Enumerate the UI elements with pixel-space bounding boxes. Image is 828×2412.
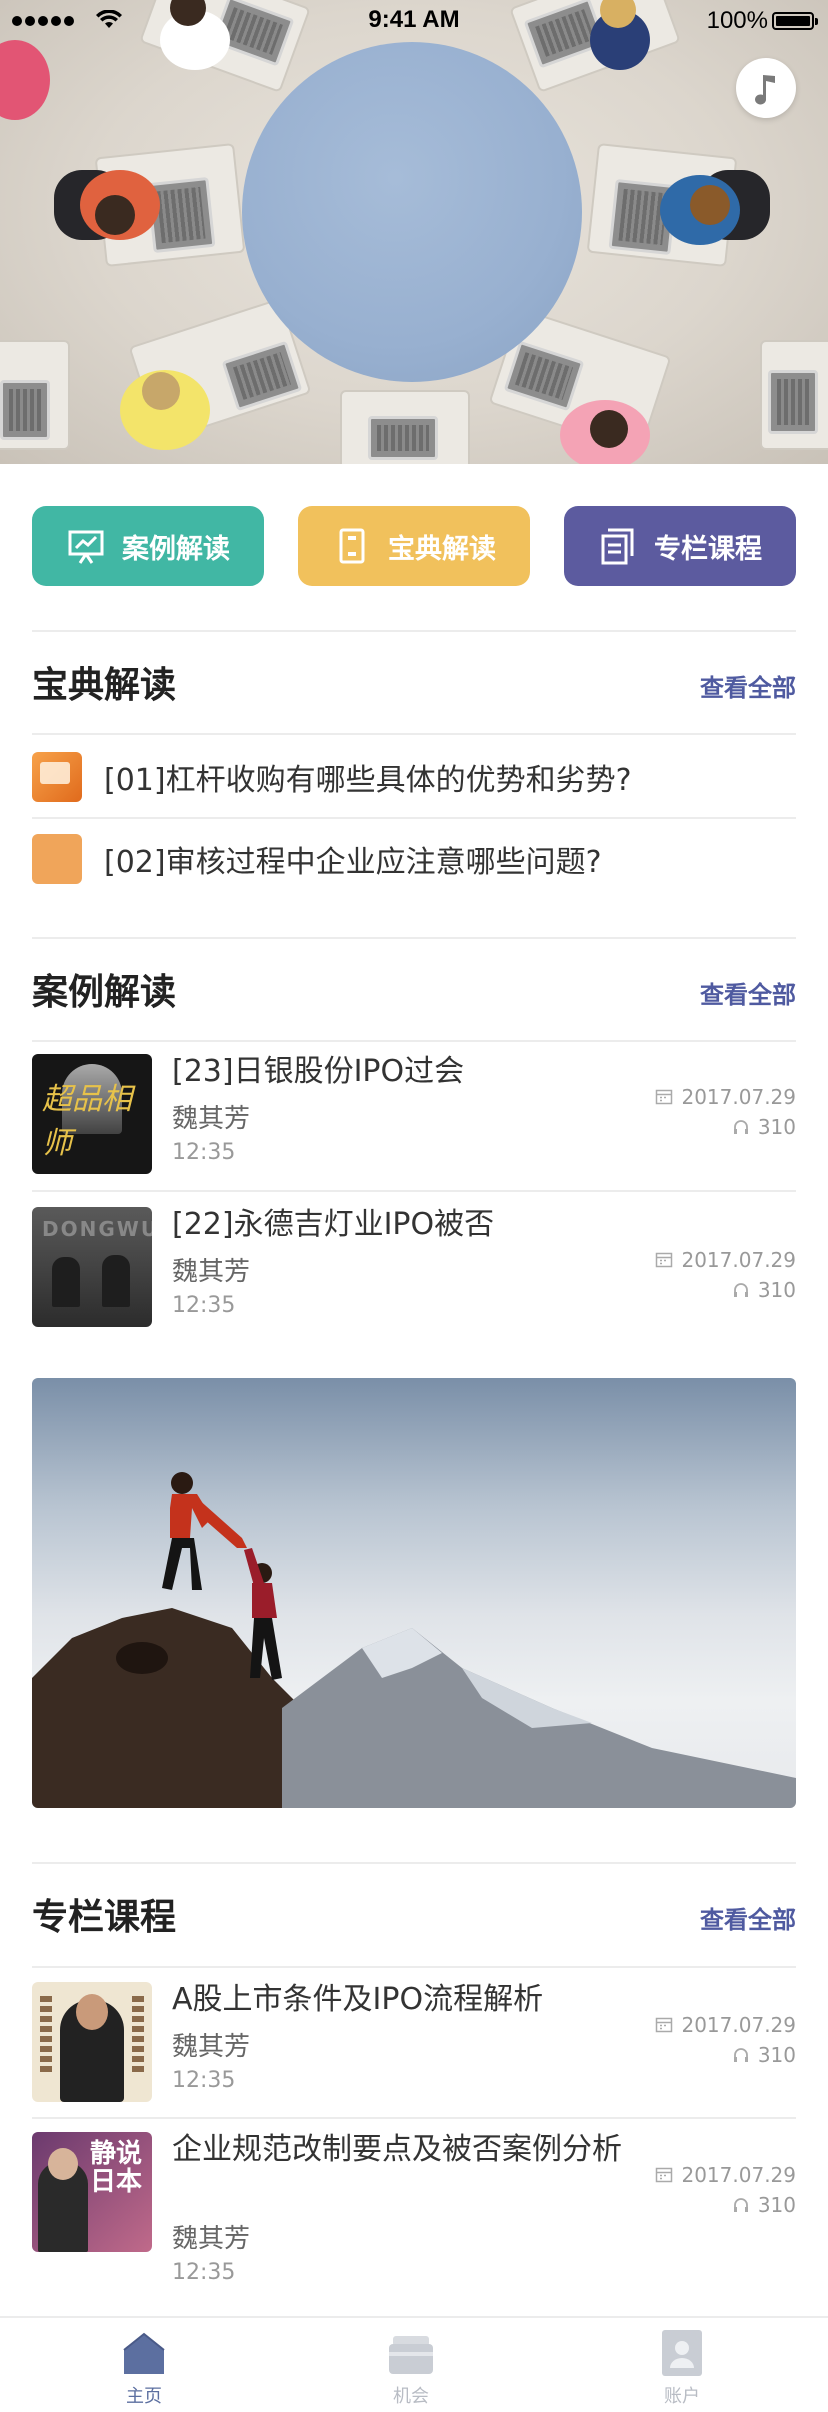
book-page-icon <box>339 528 365 564</box>
column-course-button[interactable]: 专栏课程 <box>564 506 796 586</box>
thumbnail-caption: DONGWU <box>42 1217 152 1241</box>
calendar-icon <box>656 1089 673 1105</box>
case-author: 魏其芳 <box>172 1257 251 1287</box>
mountain-climbers-illustration <box>32 1472 796 1808</box>
status-time: 9:41 AM <box>368 6 460 33</box>
tab-account[interactable]: 账户 <box>612 2328 752 2408</box>
case-date: 2017.07.29 <box>681 1248 796 1272</box>
headphones-icon <box>733 1120 748 1134</box>
case-meta: 2017.07.29 310 <box>636 1082 796 1142</box>
thumbnail-caption: 超品相师 <box>42 1082 132 1161</box>
course-title: 企业规范改制要点及被否案例分析 <box>172 2132 622 2167</box>
home-icon <box>123 2332 165 2374</box>
book-cover-icon <box>32 834 82 884</box>
laptop-illustration <box>368 416 438 460</box>
headphones-icon <box>733 2048 748 2062</box>
case-thumbnail: 超品相师 <box>32 1054 152 1174</box>
baodian-see-all-link[interactable]: 查看全部 <box>700 668 796 703</box>
zhuanlan-see-all-link[interactable]: 查看全部 <box>700 1900 796 1935</box>
calendar-icon <box>656 2017 673 2033</box>
book-cover-icon <box>32 752 82 802</box>
person-head <box>590 410 628 448</box>
hero-banner-image <box>0 0 828 464</box>
course-list-item[interactable]: A股上市条件及IPO流程解析 魏其芳 12:35 2017.07.29 310 <box>32 1970 796 2120</box>
section-divider <box>32 937 796 939</box>
course-listens: 310 <box>757 2043 796 2067</box>
person-head <box>95 195 135 235</box>
headphones-icon <box>733 1283 748 1297</box>
case-listens: 310 <box>757 1115 796 1139</box>
course-duration: 12:35 <box>172 2260 236 2285</box>
presentation-chart-icon <box>68 530 104 564</box>
course-duration: 12:35 <box>172 2068 236 2093</box>
promo-banner-image[interactable] <box>32 1378 796 1808</box>
account-icon <box>662 2330 702 2376</box>
baodian-section-title: 宝典解读 <box>32 665 177 706</box>
course-title: A股上市条件及IPO流程解析 <box>172 1982 544 2017</box>
tab-home[interactable]: 主页 <box>74 2328 214 2408</box>
tab-home-label: 主页 <box>126 2386 162 2407</box>
course-meta: 2017.07.29 310 <box>636 2160 796 2220</box>
zhuanlan-section-title: 专栏课程 <box>32 1897 177 1938</box>
thumbnail-caption: 静说日本 <box>90 2139 143 2197</box>
tab-account-label: 账户 <box>664 2386 700 2407</box>
case-meta: 2017.07.29 310 <box>636 1245 796 1305</box>
course-list-item[interactable]: 静说日本 企业规范改制要点及被否案例分析 魏其芳 12:35 2017.07.2… <box>32 2120 796 2316</box>
laptop-illustration <box>768 370 818 434</box>
person-head <box>142 372 180 410</box>
calendar-icon <box>656 2167 673 2183</box>
battery-icon <box>772 12 818 30</box>
person-head <box>690 185 730 225</box>
column-course-label: 专栏课程 <box>654 533 762 565</box>
section-divider <box>32 630 796 632</box>
laptop-illustration <box>0 380 50 440</box>
wallet-icon <box>389 2336 433 2374</box>
case-duration: 12:35 <box>172 1293 236 1318</box>
course-listens: 310 <box>757 2193 796 2217</box>
case-thumbnail: DONGWU <box>32 1207 152 1327</box>
classic-reading-button[interactable]: 宝典解读 <box>298 506 530 586</box>
tab-opportunity-label: 机会 <box>393 2386 429 2407</box>
anli-section-title: 案例解读 <box>32 972 177 1013</box>
section-divider <box>32 1966 796 1968</box>
course-author: 魏其芳 <box>172 2224 251 2254</box>
course-date: 2017.07.29 <box>681 2163 796 2187</box>
baodian-item-text: [01]杠杆收购有哪些具体的优势和劣势? <box>104 763 632 798</box>
case-list-item[interactable]: DONGWU [22]永德吉灯业IPO被否 魏其芳 12:35 2017.07.… <box>32 1195 796 1345</box>
course-meta: 2017.07.29 310 <box>636 2010 796 2070</box>
tab-opportunity[interactable]: 机会 <box>341 2328 481 2408</box>
baodian-list-item[interactable]: [01]杠杆收购有哪些具体的优势和劣势? <box>32 736 796 818</box>
case-title: [23]日银股份IPO过会 <box>172 1054 465 1089</box>
course-thumbnail <box>32 1982 152 2102</box>
case-study-label: 案例解读 <box>122 533 230 565</box>
baodian-item-text: [02]审核过程中企业应注意哪些问题? <box>104 845 602 880</box>
status-bar: 9:41 AM 100% <box>0 0 828 40</box>
case-duration: 12:35 <box>172 1140 236 1165</box>
case-date: 2017.07.29 <box>681 1085 796 1109</box>
case-study-button[interactable]: 案例解读 <box>32 506 264 586</box>
case-title: [22]永德吉灯业IPO被否 <box>172 1207 495 1242</box>
document-stack-icon <box>601 528 634 565</box>
headphones-icon <box>733 2198 748 2212</box>
bottom-tab-bar: 主页 机会 账户 <box>0 2316 828 2412</box>
section-divider <box>32 733 796 735</box>
case-author: 魏其芳 <box>172 1104 251 1134</box>
section-divider <box>32 1862 796 1864</box>
case-listens: 310 <box>757 1278 796 1302</box>
music-note-icon <box>755 75 775 105</box>
course-thumbnail: 静说日本 <box>32 2132 152 2252</box>
course-author: 魏其芳 <box>172 2032 251 2062</box>
row-divider <box>32 2117 796 2119</box>
row-divider <box>32 1190 796 1192</box>
person-illustration <box>0 40 50 120</box>
battery-percentage: 100% <box>706 7 768 34</box>
case-list-item[interactable]: 超品相师 [23]日银股份IPO过会 魏其芳 12:35 2017.07.29 … <box>32 1042 796 1192</box>
calendar-icon <box>656 1252 673 1268</box>
round-table-illustration <box>242 42 582 382</box>
anli-see-all-link[interactable]: 查看全部 <box>700 975 796 1010</box>
music-note-button[interactable] <box>736 58 796 118</box>
course-date: 2017.07.29 <box>681 2013 796 2037</box>
classic-reading-label: 宝典解读 <box>388 533 496 565</box>
baodian-list-item[interactable]: [02]审核过程中企业应注意哪些问题? <box>32 818 796 900</box>
